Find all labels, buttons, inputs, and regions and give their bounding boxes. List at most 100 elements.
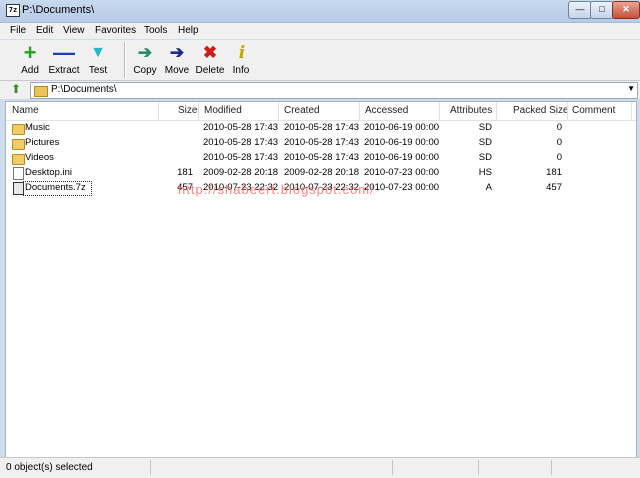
menu-edit[interactable]: Edit <box>36 25 53 36</box>
row-attributes: HS <box>478 167 492 178</box>
row-packed-size: 0 <box>556 152 562 163</box>
column-divider[interactable] <box>631 102 632 120</box>
row-name: Videos <box>25 152 54 163</box>
folder-icon <box>34 86 48 97</box>
status-divider <box>551 460 552 475</box>
extract-button[interactable]: — Extract <box>48 41 80 78</box>
plus-icon: + <box>23 40 37 65</box>
status-selected: 0 object(s) selected <box>6 462 93 473</box>
folder-icon <box>12 139 25 150</box>
close-button[interactable]: ✕ <box>612 1 640 19</box>
menu-view[interactable]: View <box>63 25 85 36</box>
add-button[interactable]: + Add <box>17 41 43 78</box>
row-packed-size: 181 <box>546 167 562 178</box>
delete-button[interactable]: ✖ Delete <box>195 41 225 78</box>
menu-favorites[interactable]: Favorites <box>95 25 136 36</box>
row-created: 2010-05-28 17:43 <box>284 137 360 148</box>
chevron-down-icon[interactable]: ▼ <box>627 84 635 93</box>
status-divider <box>392 460 393 475</box>
column-accessed[interactable]: Accessed <box>365 105 408 116</box>
row-packed-size: 0 <box>556 122 562 133</box>
row-attributes: SD <box>478 152 492 163</box>
row-name: Pictures <box>25 137 60 148</box>
column-comment[interactable]: Comment <box>572 105 615 116</box>
maximize-button[interactable]: □ <box>590 1 614 19</box>
row-packed-size: 0 <box>556 137 562 148</box>
watermark-text: http://shabeert.blogspot.com/ <box>178 182 375 197</box>
menu-tools[interactable]: Tools <box>144 25 167 36</box>
row-accessed: 2010-06-19 00:00 <box>364 122 440 133</box>
status-divider <box>150 460 151 475</box>
row-modified: 2010-05-28 17:43 <box>203 122 279 133</box>
row-created: 2010-05-28 17:43 <box>284 152 360 163</box>
column-divider[interactable] <box>496 102 497 120</box>
row-accessed: 2010-07-23 00:00 <box>364 167 440 178</box>
column-divider[interactable] <box>359 102 360 120</box>
x-icon: ✖ <box>202 43 218 62</box>
info-label: Info <box>232 65 250 76</box>
document-icon <box>13 167 24 180</box>
column-divider[interactable] <box>567 102 568 120</box>
up-folder-icon[interactable]: ⬆ <box>8 82 24 97</box>
column-packed-size[interactable]: Packed Size <box>513 105 569 116</box>
minus-icon: — <box>53 40 75 65</box>
move-label: Move <box>164 65 190 76</box>
row-name: Documents.7z <box>25 182 86 193</box>
status-bar: 0 object(s) selected <box>0 457 640 478</box>
table-row[interactable]: Videos 2010-05-28 17:43 2010-05-28 17:43… <box>6 151 636 166</box>
title-bar: 7z P:\Documents\ — □ ✕ <box>0 0 640 23</box>
move-arrow-icon: ➔ <box>169 43 185 62</box>
table-row[interactable]: Music 2010-05-28 17:43 2010-05-28 17:43 … <box>6 121 636 136</box>
row-attributes: A <box>485 182 492 193</box>
column-divider[interactable] <box>158 102 159 120</box>
column-name[interactable]: Name <box>12 105 39 116</box>
extract-label: Extract <box>48 65 80 76</box>
row-modified: 2010-05-28 17:43 <box>203 137 279 148</box>
address-bar: ⬆ P:\Documents\ ▼ <box>0 81 640 99</box>
table-row[interactable]: Pictures 2010-05-28 17:43 2010-05-28 17:… <box>6 136 636 151</box>
menu-bar: File Edit View Favorites Tools Help <box>0 23 640 39</box>
row-name: Music <box>25 122 50 133</box>
column-size[interactable]: Size <box>178 105 197 116</box>
row-attributes: SD <box>478 137 492 148</box>
minimize-button[interactable]: — <box>568 1 592 19</box>
folder-icon <box>12 124 25 135</box>
copy-arrow-icon: ➔ <box>137 43 153 62</box>
copy-label: Copy <box>133 65 157 76</box>
menu-help[interactable]: Help <box>178 25 199 36</box>
menu-file[interactable]: File <box>10 25 26 36</box>
add-label: Add <box>21 65 39 76</box>
column-attributes[interactable]: Attributes <box>450 105 492 116</box>
test-button[interactable]: ▼ Test <box>85 41 111 78</box>
row-modified: 2010-05-28 17:43 <box>203 152 279 163</box>
column-divider[interactable] <box>198 102 199 120</box>
copy-button[interactable]: ➔ Copy <box>131 41 159 78</box>
row-accessed: 2010-06-19 00:00 <box>364 152 440 163</box>
file-list[interactable]: Name Size Modified Created Accessed Attr… <box>5 101 637 458</box>
row-accessed: 2010-07-23 00:00 <box>364 182 440 193</box>
row-created: 2010-05-28 17:43 <box>284 122 360 133</box>
checkmark-icon: ▼ <box>90 44 106 61</box>
delete-label: Delete <box>195 65 225 76</box>
column-created[interactable]: Created <box>284 105 320 116</box>
column-divider[interactable] <box>278 102 279 120</box>
table-row[interactable]: Desktop.ini 181 2009-02-28 20:18 2009-02… <box>6 166 636 181</box>
test-label: Test <box>88 65 108 76</box>
app-logo-icon: 7z <box>6 4 20 17</box>
row-name: Desktop.ini <box>25 167 72 178</box>
row-size: 181 <box>177 167 193 178</box>
folder-icon <box>12 154 25 165</box>
row-packed-size: 457 <box>546 182 562 193</box>
row-accessed: 2010-06-19 00:00 <box>364 137 440 148</box>
info-button[interactable]: i Info <box>230 41 252 78</box>
row-created: 2009-02-28 20:18 <box>284 167 360 178</box>
column-divider[interactable] <box>439 102 440 120</box>
column-modified[interactable]: Modified <box>204 105 242 116</box>
path-text: P:\Documents\ <box>51 84 117 95</box>
status-divider <box>478 460 479 475</box>
move-button[interactable]: ➔ Move <box>163 41 191 78</box>
info-icon: i <box>238 43 246 63</box>
toolbar: + Add — Extract ▼ Test ➔ Copy ➔ Move ✖ D… <box>0 40 640 81</box>
column-header-row: Name Size Modified Created Accessed Attr… <box>6 102 636 121</box>
path-input[interactable]: P:\Documents\ ▼ <box>30 82 638 99</box>
